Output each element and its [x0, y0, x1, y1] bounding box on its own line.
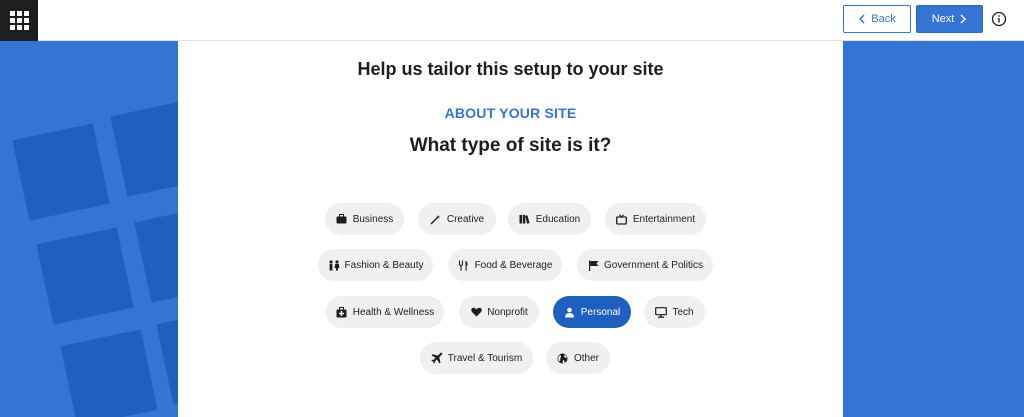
- chip-label: Travel & Tourism: [447, 352, 523, 364]
- chip-label: Nonprofit: [487, 306, 528, 318]
- chip-label: Food & Beverage: [474, 259, 553, 271]
- chip-nonprofit[interactable]: Nonprofit: [459, 296, 539, 328]
- chip-label: Tech: [672, 306, 694, 318]
- chip-label: Health & Wellness: [352, 306, 435, 318]
- right-decorative-panel: [843, 41, 1024, 417]
- chip-label: Education: [535, 213, 581, 225]
- chip-label: Business: [352, 213, 394, 225]
- chip-label: Entertainment: [632, 213, 696, 225]
- chip-health-wellness[interactable]: Health & Wellness: [326, 296, 444, 328]
- decorative-square: [134, 205, 178, 303]
- apps-grid-icon[interactable]: [0, 0, 38, 41]
- apps-grid-dots: [9, 11, 29, 30]
- flag-icon: [587, 259, 599, 271]
- decorative-square: [60, 329, 158, 417]
- next-button-label: Next: [931, 13, 955, 25]
- books-icon: [519, 213, 531, 225]
- top-bar: Back Next: [0, 0, 1024, 41]
- chip-travel-tourism[interactable]: Travel & Tourism: [420, 342, 533, 374]
- decorative-square: [156, 307, 178, 405]
- airplane-icon: [431, 352, 443, 364]
- medical-kit-icon: [336, 306, 348, 318]
- chip-education[interactable]: Education: [508, 203, 591, 235]
- back-button[interactable]: Back: [843, 5, 911, 33]
- chip-label: Government & Politics: [604, 259, 703, 271]
- chip-other[interactable]: Other: [546, 342, 610, 374]
- chip-government-politics[interactable]: Government & Politics: [577, 249, 713, 281]
- magic-wand-icon: [430, 213, 442, 225]
- chip-fashion-beauty[interactable]: Fashion & Beauty: [318, 249, 433, 281]
- page-title: Help us tailor this setup to your site: [357, 59, 664, 79]
- chip-label: Fashion & Beauty: [344, 259, 424, 271]
- chip-tech[interactable]: Tech: [644, 296, 705, 328]
- chip-personal[interactable]: Personal: [553, 296, 631, 328]
- setup-content: Help us tailor this setup to your site A…: [178, 41, 843, 417]
- heart-icon: [470, 306, 482, 318]
- tv-icon: [616, 213, 628, 225]
- chip-label: Other: [573, 352, 599, 364]
- info-icon[interactable]: [991, 11, 1007, 27]
- chip-entertainment[interactable]: Entertainment: [605, 203, 706, 235]
- chip-label: Personal: [580, 306, 621, 318]
- globe-icon: [557, 352, 569, 364]
- next-button[interactable]: Next: [916, 5, 983, 33]
- chip-food-beverage[interactable]: Food & Beverage: [448, 249, 562, 281]
- section-eyebrow: ABOUT YOUR SITE: [444, 105, 577, 121]
- monitor-icon: [655, 306, 668, 318]
- left-decorative-panel: [0, 41, 178, 417]
- question-heading: What type of site is it?: [409, 135, 612, 156]
- person-icon: [564, 306, 576, 318]
- chip-label: Creative: [446, 213, 485, 225]
- chip-creative[interactable]: Creative: [418, 203, 496, 235]
- decorative-square: [36, 227, 134, 325]
- utensils-icon: [458, 259, 470, 271]
- people-icon: [328, 259, 340, 271]
- chevron-right-icon: [959, 14, 967, 24]
- decorative-square: [110, 99, 178, 197]
- decorative-square: [12, 123, 110, 221]
- back-button-label: Back: [871, 13, 896, 25]
- chip-business[interactable]: Business: [325, 203, 404, 235]
- briefcase-icon: [336, 213, 348, 225]
- chevron-left-icon: [858, 14, 866, 24]
